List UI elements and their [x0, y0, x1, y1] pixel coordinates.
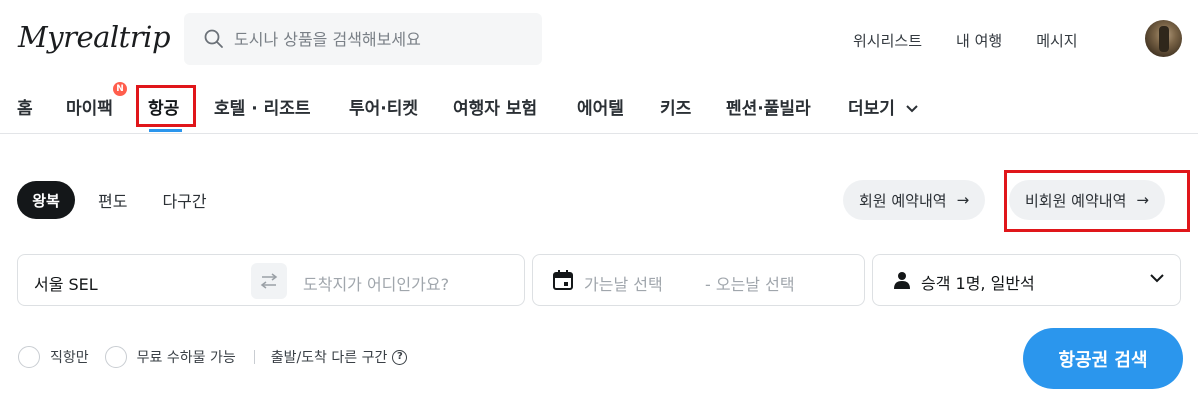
direct-only-label: 직항만: [50, 350, 89, 366]
top-links: 위시리스트 내 여행 메시지: [853, 30, 1112, 51]
nav-item-pension[interactable]: 펜션·풀빌라: [726, 94, 811, 119]
nav-item-airtel[interactable]: 에어텔: [577, 94, 624, 119]
nonmember-reservations-button[interactable]: 비회원 예약내역 →: [1009, 180, 1165, 220]
nav-item-insurance[interactable]: 여행자 보험: [453, 94, 537, 119]
nav-item-mypack[interactable]: 마이팩: [66, 94, 113, 119]
date-field[interactable]: 가는날 선택 - 오는날 선택: [532, 254, 865, 306]
wishlist-link[interactable]: 위시리스트: [853, 30, 922, 51]
free-baggage-checkbox[interactable]: [104, 346, 127, 368]
trip-type-selector: 왕복 편도 다구간: [17, 181, 207, 219]
open-jaw-link[interactable]: 출발/도착 다른 구간: [271, 347, 388, 367]
member-reservations-label: 회원 예약내역: [859, 191, 947, 210]
header: Myrealtrip 위시리스트 내 여행 메시지: [0, 0, 1198, 78]
swap-icon[interactable]: [251, 263, 287, 299]
direct-only-checkbox[interactable]: [18, 346, 40, 368]
logo[interactable]: Myrealtrip: [18, 20, 171, 54]
new-badge: N: [113, 82, 127, 96]
arrow-right-icon: →: [956, 191, 970, 209]
search-bar[interactable]: [184, 13, 542, 65]
arrow-right-icon: →: [1136, 191, 1149, 209]
trip-type-roundtrip[interactable]: 왕복: [17, 181, 75, 219]
nonmember-reservations-label: 비회원 예약내역: [1025, 191, 1127, 210]
help-icon[interactable]: ?: [392, 349, 408, 365]
route-field: 서울 SEL 도착지가 어디인가요?: [17, 254, 525, 306]
filter-options: 직항만 무료 수하물 가능 출발/도착 다른 구간 ?: [18, 346, 408, 368]
person-icon: [894, 272, 910, 289]
trip-type-multicity[interactable]: 다구간: [162, 188, 206, 212]
nav-item-kids[interactable]: 키즈: [660, 94, 691, 119]
return-date-field[interactable]: - 오는날 선택: [705, 271, 795, 295]
my-trips-link[interactable]: 내 여행: [956, 30, 1002, 51]
passenger-field[interactable]: 승객 1명, 일반석: [872, 254, 1181, 306]
nav-item-more-label: 더보기: [848, 99, 895, 119]
calendar-icon: [553, 270, 573, 290]
origin-field[interactable]: 서울 SEL: [34, 271, 98, 295]
nav-item-more[interactable]: 더보기: [848, 94, 919, 119]
divider: [253, 350, 255, 364]
trip-type-oneway[interactable]: 편도: [98, 188, 127, 212]
search-icon: [204, 29, 223, 48]
destination-field[interactable]: 도착지가 어디인가요?: [303, 271, 449, 295]
member-reservations-button[interactable]: 회원 예약내역 →: [843, 180, 986, 220]
active-tab-indicator: [149, 129, 182, 132]
search-flights-button[interactable]: 항공권 검색: [1023, 328, 1183, 389]
depart-date-field[interactable]: 가는날 선택: [584, 271, 663, 295]
highlight-box-flights: [136, 85, 196, 127]
messages-link[interactable]: 메시지: [1036, 30, 1077, 51]
nav-item-home[interactable]: 홈: [17, 94, 33, 119]
chevron-down-icon: [1150, 274, 1164, 283]
nav-item-tours[interactable]: 투어·티켓: [349, 94, 418, 119]
passenger-summary: 승객 1명, 일반석: [921, 274, 1035, 293]
avatar[interactable]: [1145, 20, 1182, 57]
free-baggage-label: 무료 수하물 가능: [136, 350, 236, 366]
chevron-down-icon: [906, 105, 918, 113]
nav-item-hotels[interactable]: 호텔 · 리조트: [214, 94, 311, 119]
search-input[interactable]: [234, 29, 524, 49]
